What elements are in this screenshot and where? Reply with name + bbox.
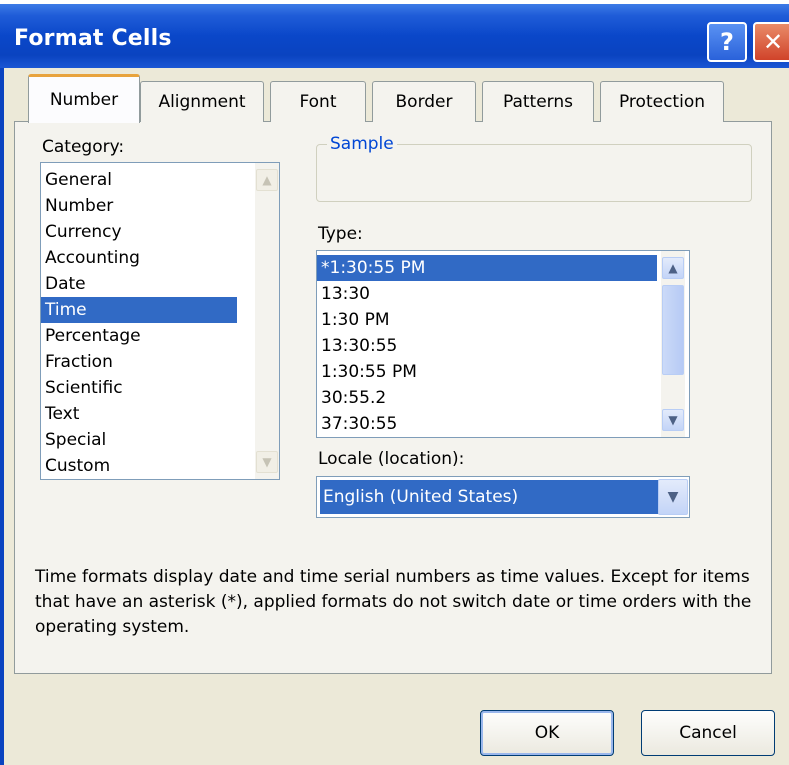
sample-label: Sample [327, 134, 397, 154]
list-item[interactable]: 37:30:55 [317, 411, 657, 437]
cancel-button[interactable]: Cancel [641, 710, 775, 756]
list-item[interactable]: Currency [41, 219, 237, 245]
scroll-up-button[interactable]: ▲ [256, 169, 278, 191]
tab-border[interactable]: Border [372, 81, 476, 122]
type-scrollbar[interactable]: ▲ ▼ [661, 251, 685, 437]
category-listbox[interactable]: General Number Currency Accounting Date … [40, 162, 280, 480]
locale-label: Locale (location): [318, 449, 465, 469]
chevron-down-icon: ▼ [667, 489, 679, 505]
scroll-down-button[interactable]: ▼ [256, 451, 278, 473]
type-label: Type: [318, 224, 363, 244]
title-bar[interactable]: Format Cells ? ✕ [0, 4, 789, 68]
list-item[interactable]: 13:30 [317, 281, 657, 307]
list-item[interactable]: Custom [41, 453, 237, 479]
list-item[interactable]: 13:30:55 [317, 333, 657, 359]
window-title: Format Cells [14, 26, 172, 51]
locale-select[interactable]: English (United States) ▼ [316, 476, 690, 518]
close-button[interactable]: ✕ [753, 22, 789, 62]
list-item-selected[interactable]: Time [41, 297, 237, 323]
tab-label: Number [49, 90, 119, 110]
list-item[interactable]: Special [41, 427, 237, 453]
tab-label: Alignment [158, 92, 246, 112]
list-item[interactable]: Text [41, 401, 237, 427]
list-item[interactable]: 1:30 PM [317, 307, 657, 333]
tab-label: Border [395, 92, 453, 112]
format-description: Time formats display date and time seria… [35, 567, 752, 637]
help-icon: ? [720, 28, 734, 56]
list-item[interactable]: Number [41, 193, 237, 219]
list-item-selected[interactable]: *1:30:55 PM [317, 255, 657, 281]
category-label: Category: [42, 137, 125, 157]
list-item[interactable]: General [41, 167, 237, 193]
locale-dropdown-button[interactable]: ▼ [658, 479, 688, 515]
locale-value: English (United States) [320, 480, 660, 514]
tab-protection[interactable]: Protection [600, 81, 724, 122]
tab-label: Patterns [502, 92, 574, 112]
scroll-thumb[interactable] [662, 285, 684, 375]
list-item[interactable]: 30:55.2 [317, 385, 657, 411]
list-item[interactable]: 1:30:55 PM [317, 359, 657, 385]
close-icon: ✕ [762, 28, 784, 56]
scroll-up-icon: ▲ [668, 261, 678, 275]
tab-number[interactable]: Number [28, 74, 140, 123]
ok-label: OK [534, 723, 560, 743]
tab-font[interactable]: Font [270, 81, 366, 122]
category-scrollbar[interactable]: ▲ ▼ [255, 163, 279, 479]
tab-alignment[interactable]: Alignment [140, 81, 264, 122]
tab-label: Font [299, 92, 337, 112]
tab-label: Protection [618, 92, 705, 112]
scroll-down-icon: ▼ [262, 455, 272, 469]
list-item[interactable]: Date [41, 271, 237, 297]
scroll-up-icon: ▲ [262, 173, 272, 187]
scroll-down-button[interactable]: ▼ [662, 409, 684, 431]
list-item[interactable]: Percentage [41, 323, 237, 349]
tab-patterns[interactable]: Patterns [482, 81, 594, 122]
scroll-up-button[interactable]: ▲ [662, 257, 684, 279]
list-item[interactable]: Accounting [41, 245, 237, 271]
list-item[interactable]: Scientific [41, 375, 237, 401]
ok-button[interactable]: OK [480, 710, 614, 756]
type-listbox[interactable]: *1:30:55 PM 13:30 1:30 PM 13:30:55 1:30:… [316, 250, 690, 438]
help-button[interactable]: ? [707, 22, 747, 62]
scroll-down-icon: ▼ [668, 413, 678, 427]
list-item[interactable]: Fraction [41, 349, 237, 375]
cancel-label: Cancel [679, 723, 737, 743]
format-cells-dialog: Format Cells ? ✕ Number Alignment Font B… [0, 0, 789, 765]
